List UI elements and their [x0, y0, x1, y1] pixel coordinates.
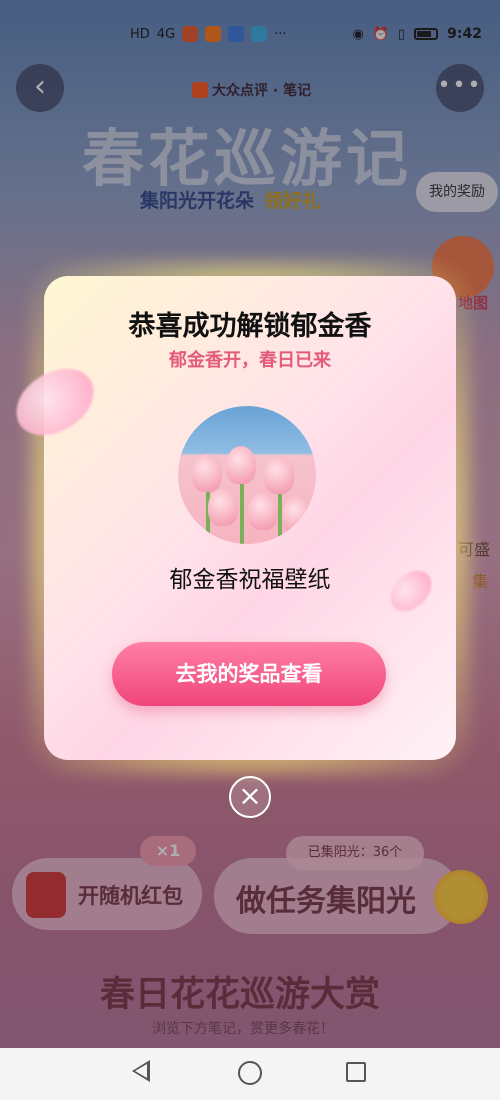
- modal-title: 恭喜成功解锁郁金香: [128, 311, 372, 342]
- nav-back-icon[interactable]: [132, 1060, 150, 1082]
- tulip: [248, 492, 278, 530]
- close-modal-button[interactable]: ×: [229, 776, 271, 818]
- tulip: [264, 456, 294, 494]
- nav-home-icon[interactable]: [238, 1061, 262, 1085]
- close-icon: ×: [238, 779, 262, 812]
- stem: [240, 478, 244, 544]
- nav-recents-icon[interactable]: [346, 1062, 366, 1082]
- unlock-modal: 恭喜成功解锁郁金香 郁金香开，春日已来 郁金香祝福壁纸 去我的奖品查看: [44, 276, 456, 760]
- tulip: [192, 454, 222, 492]
- tulip: [282, 496, 312, 534]
- view-prize-button[interactable]: 去我的奖品查看: [112, 642, 386, 706]
- modal-subtitle: 郁金香开，春日已来: [169, 350, 331, 371]
- tulip: [226, 446, 256, 484]
- tulip-wallpaper-image: [178, 406, 316, 544]
- tulip: [208, 488, 238, 526]
- system-nav-bar: [0, 1048, 500, 1100]
